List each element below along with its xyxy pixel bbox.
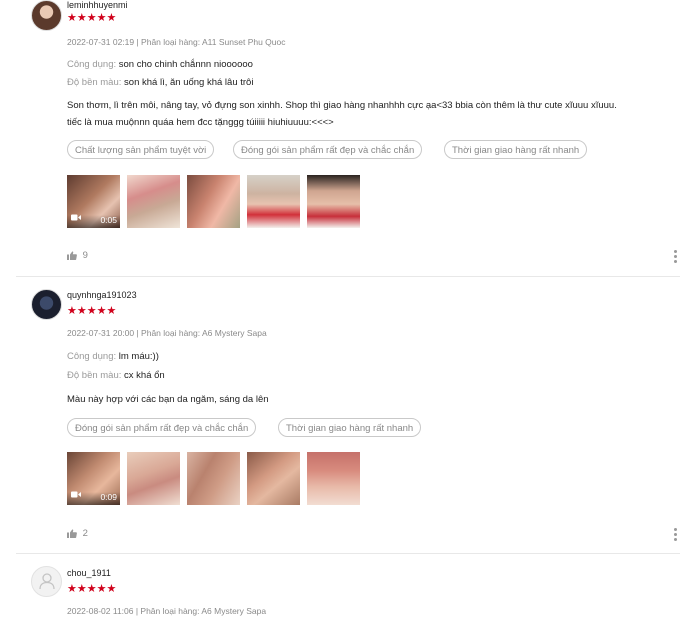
review-tag: Chất lượng sản phẩm tuyệt vời (67, 140, 215, 159)
video-duration: 0:05 (100, 215, 117, 225)
review-image-thumbnail[interactable] (307, 175, 360, 228)
video-camera-icon (71, 489, 81, 502)
default-avatar-icon[interactable] (31, 566, 62, 597)
review-video-thumbnail[interactable]: 0:09 (67, 452, 120, 505)
review-divider (16, 276, 680, 277)
thumbs-up-icon (67, 528, 83, 539)
review-username[interactable]: chou_1911 (67, 568, 111, 578)
review-tag: Thời gian giao hàng rất nhanh (444, 140, 588, 159)
attribute-label: Công dụng: (67, 351, 117, 362)
attribute-value: son khá lì, ăn uống khá lâu trôi (124, 77, 254, 88)
review-username[interactable]: quynhnga191023 (67, 290, 137, 300)
review-tag: Đóng gói sản phẩm rất đẹp và chắc chắn (233, 140, 423, 159)
attribute-usage: Công dụng: lm máu:)) (67, 351, 159, 362)
avatar[interactable] (31, 289, 62, 320)
attribute-value: cx khá ổn (124, 370, 165, 381)
attribute-color-durability: Độ bền màu: cx khá ổn (67, 370, 165, 381)
review-image-thumbnail[interactable] (187, 175, 240, 228)
star-rating: ★★★★★ (67, 583, 117, 595)
review-image-thumbnail[interactable] (127, 452, 180, 505)
review-username[interactable]: leminhhuyenmi (67, 0, 128, 10)
video-overlay: 0:05 (67, 212, 120, 228)
review-meta: 2022-07-31 02:19 | Phân loại hàng: A11 S… (67, 37, 286, 47)
like-button[interactable]: 2 (67, 528, 88, 539)
review-text-line: Son thơm, lì trên môi, nâng tay, vỏ đựng… (67, 100, 617, 111)
star-rating: ★★★★★ (67, 305, 117, 317)
attribute-label: Công dụng: (67, 59, 117, 70)
review-image-thumbnail[interactable] (247, 175, 300, 228)
review-divider (16, 553, 680, 554)
review-tag: Đóng gói sản phẩm rất đẹp và chắc chắn (67, 418, 257, 437)
review-text-line: tiếc là mua muộnnn quáa hem đcc tặnggg t… (67, 117, 334, 128)
review-item: leminhhuyenmi ★★★★★ 2022-07-31 02:19 | P… (0, 0, 696, 276)
thumbs-up-icon (67, 250, 83, 261)
attribute-value: lm máu:)) (118, 351, 159, 362)
review-meta: 2022-07-31 20:00 | Phân loại hàng: A6 My… (67, 328, 267, 338)
star-rating: ★★★★★ (67, 12, 117, 24)
review-text-line: Màu này hợp với các bạn da ngăm, sáng da… (67, 394, 269, 405)
review-meta: 2022-08-02 11:06 | Phân loại hàng: A6 My… (67, 606, 267, 616)
review-text: Màu này hợp với các bạn da ngăm, sáng da… (67, 391, 677, 408)
more-options-icon[interactable] (674, 250, 680, 265)
review-text: Son thơm, lì trên môi, nâng tay, vỏ đựng… (67, 97, 677, 131)
attribute-label: Độ bền màu: (67, 77, 122, 88)
review-video-thumbnail[interactable]: 0:05 (67, 175, 120, 228)
review-tag: Thời gian giao hàng rất nhanh (278, 418, 422, 437)
attribute-color-durability: Độ bền màu: son khá lì, ăn uống khá lâu … (67, 77, 253, 88)
like-count: 9 (82, 250, 88, 261)
review-image-thumbnail[interactable] (307, 452, 360, 505)
video-overlay: 0:09 (67, 489, 120, 505)
attribute-label: Độ bền màu: (67, 370, 122, 381)
avatar[interactable] (31, 0, 62, 31)
review-image-thumbnail[interactable] (127, 175, 180, 228)
like-button[interactable]: 9 (67, 250, 88, 261)
review-item: chou_1911 ★★★★★ 2022-08-02 11:06 | Phân … (0, 565, 696, 624)
attribute-value: son cho chinh chắnnn nioooooo (118, 59, 253, 70)
attribute-usage: Công dụng: son cho chinh chắnnn nioooooo (67, 59, 253, 70)
like-count: 2 (82, 528, 88, 539)
video-camera-icon (71, 212, 81, 225)
video-duration: 0:09 (100, 492, 117, 502)
review-image-thumbnail[interactable] (247, 452, 300, 505)
review-item: quynhnga191023 ★★★★★ 2022-07-31 20:00 | … (0, 288, 696, 553)
more-options-icon[interactable] (674, 528, 680, 543)
review-image-thumbnail[interactable] (187, 452, 240, 505)
